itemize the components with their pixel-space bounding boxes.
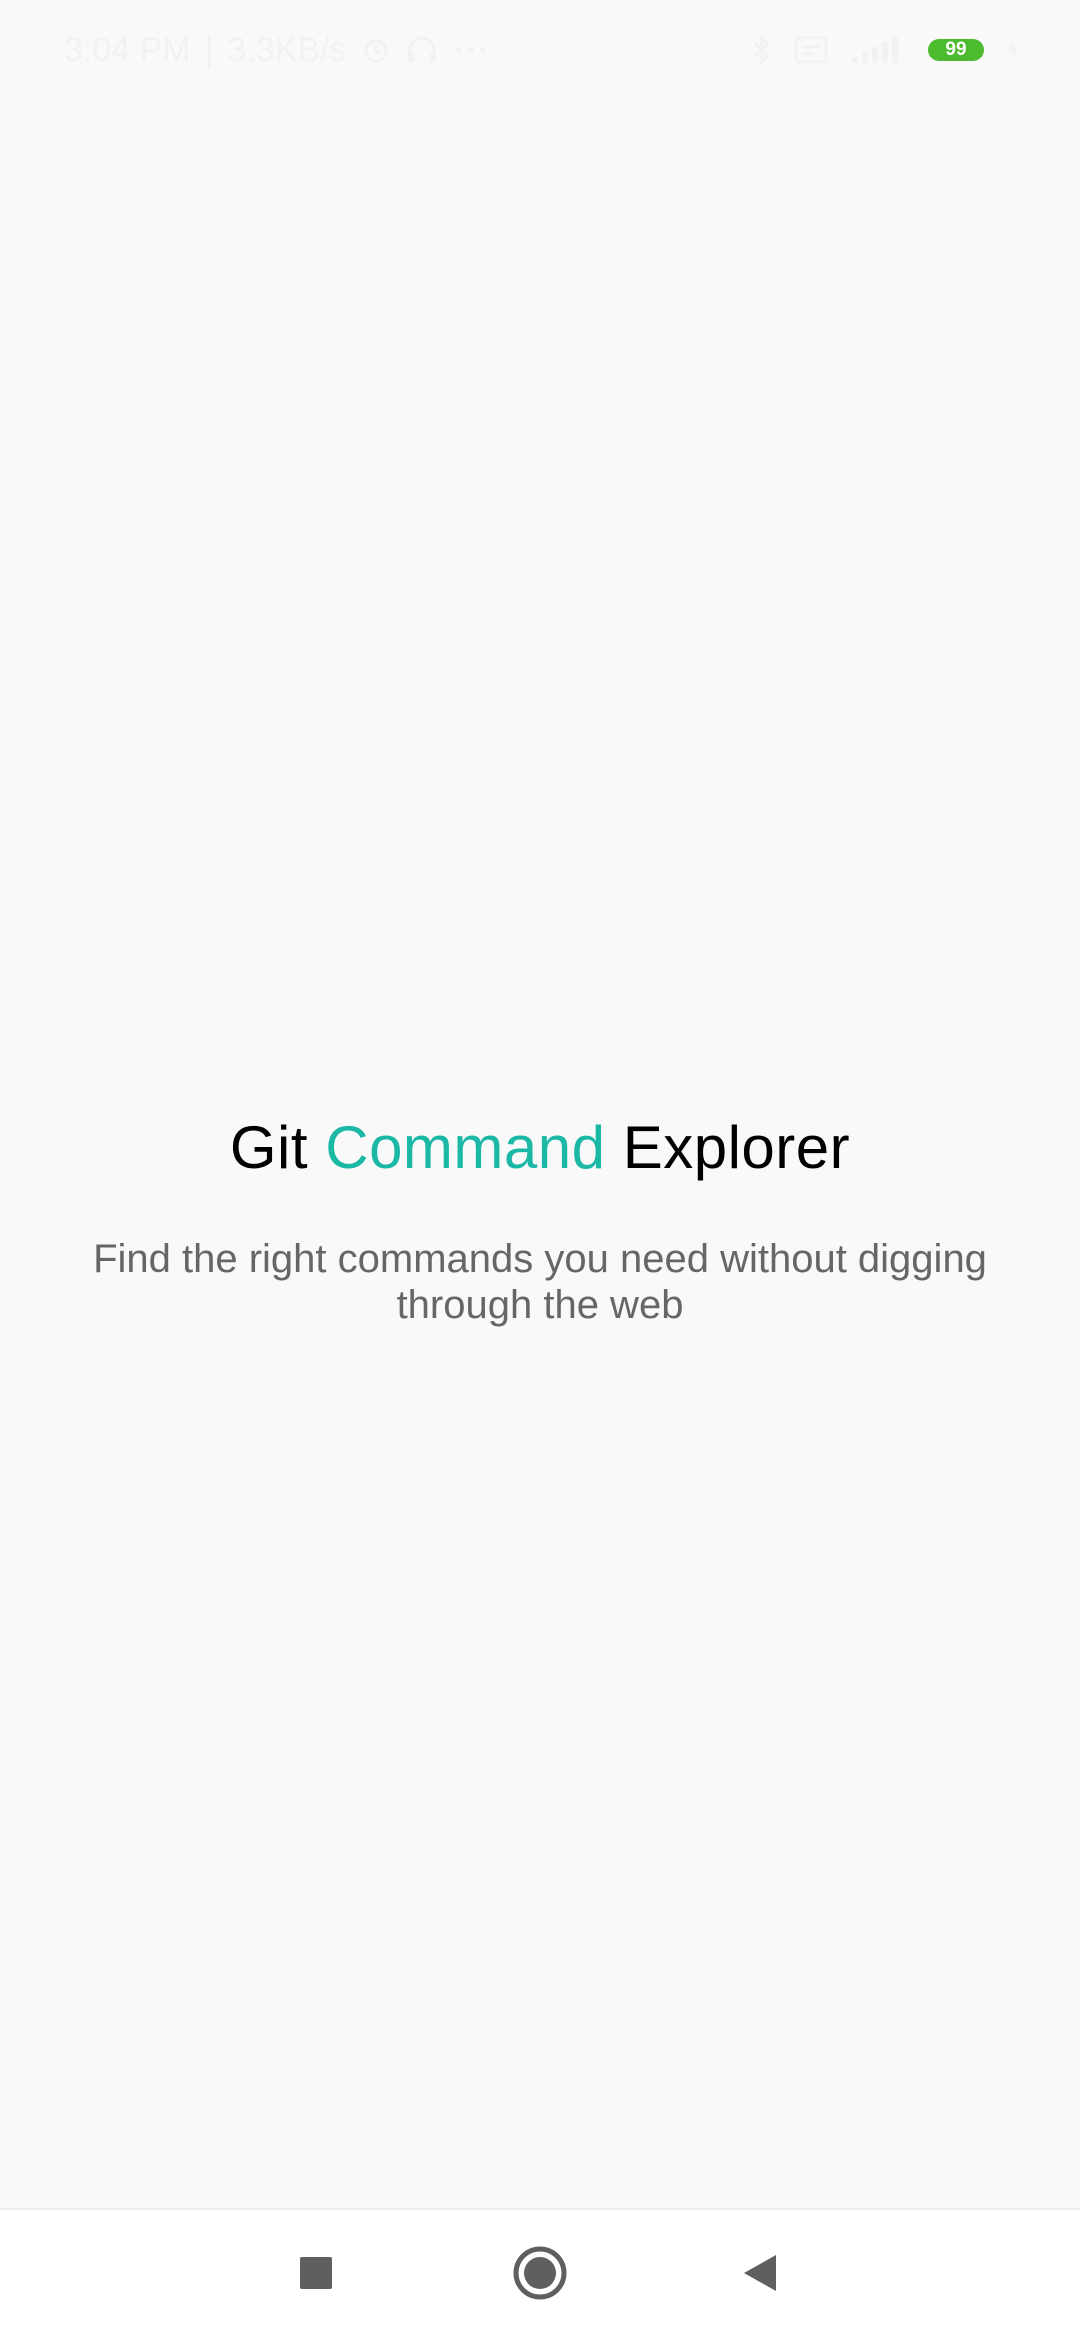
- status-bar-right: 99: [752, 34, 1020, 66]
- recents-icon: [299, 2256, 333, 2295]
- app-title: Git Command Explorer: [0, 1108, 1080, 1188]
- headset-icon: [405, 35, 439, 65]
- navigation-bar: [0, 2208, 1080, 2340]
- sim-card-icon: [794, 35, 828, 65]
- app-title-part3: Explorer: [622, 1114, 851, 1181]
- status-net-speed: 3.3KB/s: [227, 30, 347, 69]
- home-button[interactable]: [480, 2210, 600, 2340]
- app-title-accent: Command: [325, 1114, 606, 1181]
- status-bar: 3:04 PM | 3.3KB/s 99: [0, 0, 1080, 100]
- battery-icon: 99: [928, 39, 984, 61]
- signal-icon: [850, 35, 906, 65]
- alarm-icon: [361, 35, 391, 65]
- home-icon: [512, 2245, 568, 2306]
- battery-level: 99: [945, 39, 967, 60]
- status-separator: |: [204, 30, 214, 69]
- bluetooth-icon: [752, 34, 772, 66]
- splash-screen: 3:04 PM | 3.3KB/s 99 Git Command Explore…: [0, 0, 1080, 2340]
- back-button[interactable]: [700, 2210, 820, 2340]
- status-time: 3:04 PM: [64, 30, 191, 69]
- splash-content: Git Command Explorer Find the right comm…: [0, 1108, 1080, 1328]
- app-title-part1: Git: [229, 1114, 309, 1181]
- status-bar-left: 3:04 PM | 3.3KB/s: [64, 31, 489, 70]
- back-icon: [742, 2253, 778, 2298]
- app-subtitle: Find the right commands you need without…: [93, 1237, 987, 1327]
- recents-button[interactable]: [256, 2210, 376, 2340]
- charging-icon: [1006, 38, 1020, 62]
- more-dots-icon: [453, 35, 489, 65]
